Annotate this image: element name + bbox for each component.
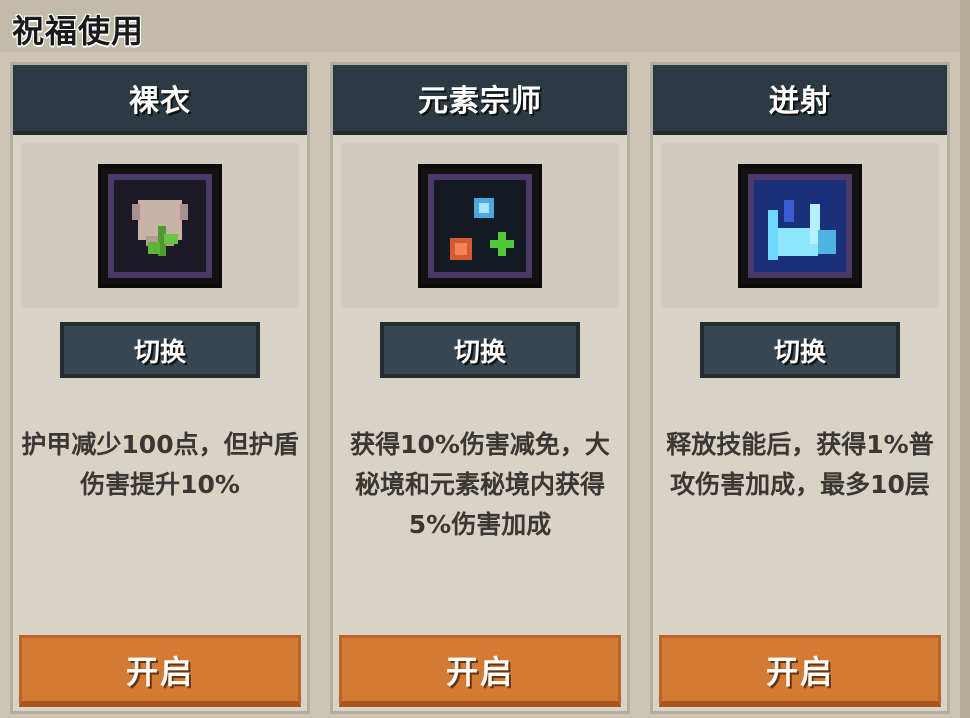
title-bar: 祝福使用	[0, 0, 960, 52]
card-title: 迸射	[769, 84, 831, 119]
naked-armor-icon	[98, 163, 222, 288]
card-title: 元素宗师	[418, 84, 542, 119]
open-label: 开启	[765, 652, 834, 691]
blessing-card-element-master: 元素宗师 切换 获得10%伤害减免，大秘境和元素秘境内获得5%伤害加成 开启	[330, 62, 630, 714]
blessing-card-burst: 迸射 切换 释放技能后，获得1%普攻伤害加成，最多10层 开启	[650, 62, 950, 714]
card-title: 裸衣	[129, 84, 191, 119]
open-label: 开启	[125, 652, 194, 691]
switch-button[interactable]: 切换	[60, 322, 260, 378]
right-edge	[960, 0, 970, 718]
burst-icon	[738, 163, 862, 288]
switch-label: 切换	[133, 337, 186, 368]
card-header: 元素宗师	[333, 65, 627, 135]
open-button[interactable]: 开启	[339, 635, 621, 707]
icon-area	[21, 143, 299, 308]
card-header: 裸衣	[13, 65, 307, 135]
icon-area	[661, 143, 939, 308]
icon-area	[341, 143, 619, 308]
card-description: 护甲减少100点，但护盾伤害提升10%	[21, 430, 299, 499]
switch-button[interactable]: 切换	[700, 322, 900, 378]
element-master-icon	[418, 163, 542, 288]
card-header: 迸射	[653, 65, 947, 135]
open-button[interactable]: 开启	[19, 635, 301, 707]
card-description: 释放技能后，获得1%普攻伤害加成，最多10层	[666, 430, 934, 499]
switch-button[interactable]: 切换	[380, 322, 580, 378]
page-title: 祝福使用	[12, 12, 145, 50]
switch-label: 切换	[453, 337, 506, 368]
blessing-card-luoyi: 裸衣 切换 护甲减少100点，但护盾伤害提升10% 开启	[10, 62, 310, 714]
switch-label: 切换	[773, 337, 826, 368]
open-label: 开启	[445, 652, 514, 691]
open-button[interactable]: 开启	[659, 635, 941, 707]
card-description: 获得10%伤害减免，大秘境和元素秘境内获得5%伤害加成	[350, 430, 610, 539]
